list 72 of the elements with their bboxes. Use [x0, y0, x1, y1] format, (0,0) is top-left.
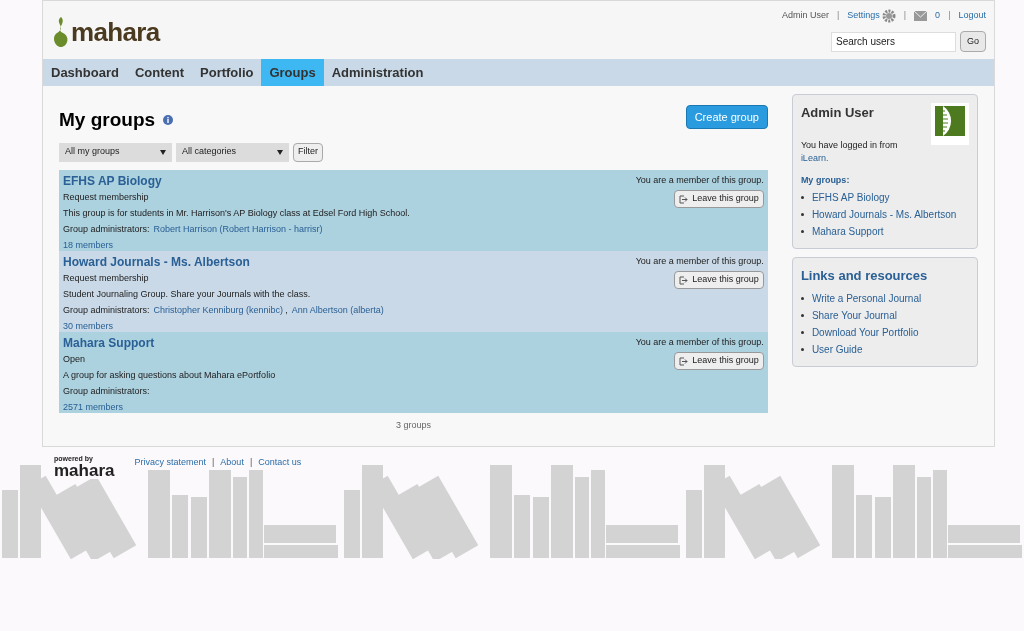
- exit-icon: [679, 275, 689, 285]
- group-link[interactable]: EFHS AP Biology: [811, 189, 890, 206]
- user-name: Admin User: [781, 9, 829, 23]
- search-field[interactable]: Search users: [831, 31, 956, 52]
- caret-icon: [160, 149, 166, 155]
- gear-icon: [881, 9, 896, 23]
- group-name-link[interactable]: EFHS AP Biology: [63, 173, 410, 189]
- admins-label: Group administrators:: [63, 222, 150, 236]
- group-description: A group for asking questions about Mahara ePortfolio: [63, 368, 276, 382]
- members-link[interactable]: 30 members: [63, 317, 384, 334]
- filter-dropdown[interactable]: All categories: [176, 142, 289, 162]
- membership-type: Request membership: [63, 190, 150, 204]
- group-link[interactable]: Mahara Support: [811, 223, 884, 240]
- comma: ,: [285, 303, 288, 317]
- admins-label: Group administrators:: [63, 384, 150, 398]
- nav-tab[interactable]: Content: [126, 59, 192, 86]
- members-link[interactable]: 2571 members: [63, 398, 276, 415]
- logo-text[interactable]: mahara: [71, 12, 160, 52]
- group-description: Student Journaling Group. Share your Journals with the class.: [63, 287, 312, 301]
- footer-link[interactable]: Contact us: [258, 456, 302, 470]
- inbox-count[interactable]: 0: [935, 9, 941, 23]
- login-source-link[interactable]: iLearn.: [800, 152, 898, 166]
- login-text: You have logged in from: [800, 138, 898, 152]
- create-group-button[interactable]: Create group: [685, 105, 768, 129]
- resource-link[interactable]: Share Your Journal: [811, 306, 897, 324]
- admin-link[interactable]: Christopher Kenniburg (kennibc): [153, 301, 284, 318]
- separator: |: [836, 9, 840, 23]
- school-logo-icon: [931, 103, 969, 145]
- exit-icon: [679, 356, 689, 366]
- filter-dropdown[interactable]: All my groups: [59, 142, 172, 162]
- admins-label: Group administrators:: [63, 303, 150, 317]
- membership-status: You are a member of this group.: [635, 173, 764, 187]
- resource-link[interactable]: User Guide: [811, 340, 863, 358]
- membership-status: You are a member of this group.: [635, 335, 764, 349]
- nav-tab[interactable]: Administration: [323, 59, 432, 86]
- panel-title: Admin User: [800, 104, 875, 122]
- membership-type: Request membership: [63, 271, 150, 285]
- info-icon[interactable]: [163, 115, 174, 126]
- exit-icon: [679, 194, 689, 204]
- separator: |: [212, 456, 215, 469]
- go-button[interactable]: Go: [960, 31, 986, 52]
- group-name-link[interactable]: Howard Journals - Ms. Albertson: [63, 254, 384, 270]
- panel-title: Links and resources: [800, 267, 929, 285]
- footer-link[interactable]: Privacy statement: [134, 456, 206, 470]
- leave-group-button[interactable]: Leave this group: [674, 352, 764, 370]
- nav-tab[interactable]: Groups: [261, 59, 324, 86]
- settings-link[interactable]: Settings: [847, 9, 896, 23]
- nav-tab[interactable]: Dashboard: [43, 59, 127, 86]
- resource-link[interactable]: Write a Personal Journal: [811, 289, 922, 307]
- filter-button[interactable]: Filter: [293, 142, 323, 162]
- page-title: My groups: [59, 108, 156, 132]
- membership-type: Open: [63, 352, 87, 366]
- admin-link[interactable]: Robert Harrison (Robert Harrison - harrisr): [153, 220, 323, 237]
- nav-tab[interactable]: Portfolio: [192, 59, 262, 86]
- separator: |: [249, 456, 253, 469]
- group-description: This group is for students in Mr. Harrison's AP Biology class at Edsel Ford High School.: [63, 206, 410, 220]
- leave-group-button[interactable]: Leave this group: [674, 271, 764, 289]
- members-link[interactable]: 18 members: [63, 236, 410, 253]
- admin-link[interactable]: Ann Albertson (alberta): [291, 301, 384, 318]
- separator: |: [948, 9, 951, 23]
- envelope-icon[interactable]: [914, 11, 928, 21]
- groups-heading: My groups:: [800, 173, 851, 187]
- group-count: 3 groups: [394, 418, 432, 432]
- group-name-link[interactable]: Mahara Support: [63, 335, 276, 351]
- logout-link[interactable]: Logout: [958, 9, 986, 23]
- group-link[interactable]: Howard Journals - Ms. Albertson: [811, 206, 957, 223]
- resource-link[interactable]: Download Your Portfolio: [811, 323, 919, 341]
- separator: |: [903, 9, 907, 23]
- membership-status: You are a member of this group.: [635, 254, 764, 268]
- leave-group-button[interactable]: Leave this group: [674, 190, 764, 208]
- caret-icon: [277, 149, 283, 155]
- footer-link[interactable]: About: [220, 456, 244, 470]
